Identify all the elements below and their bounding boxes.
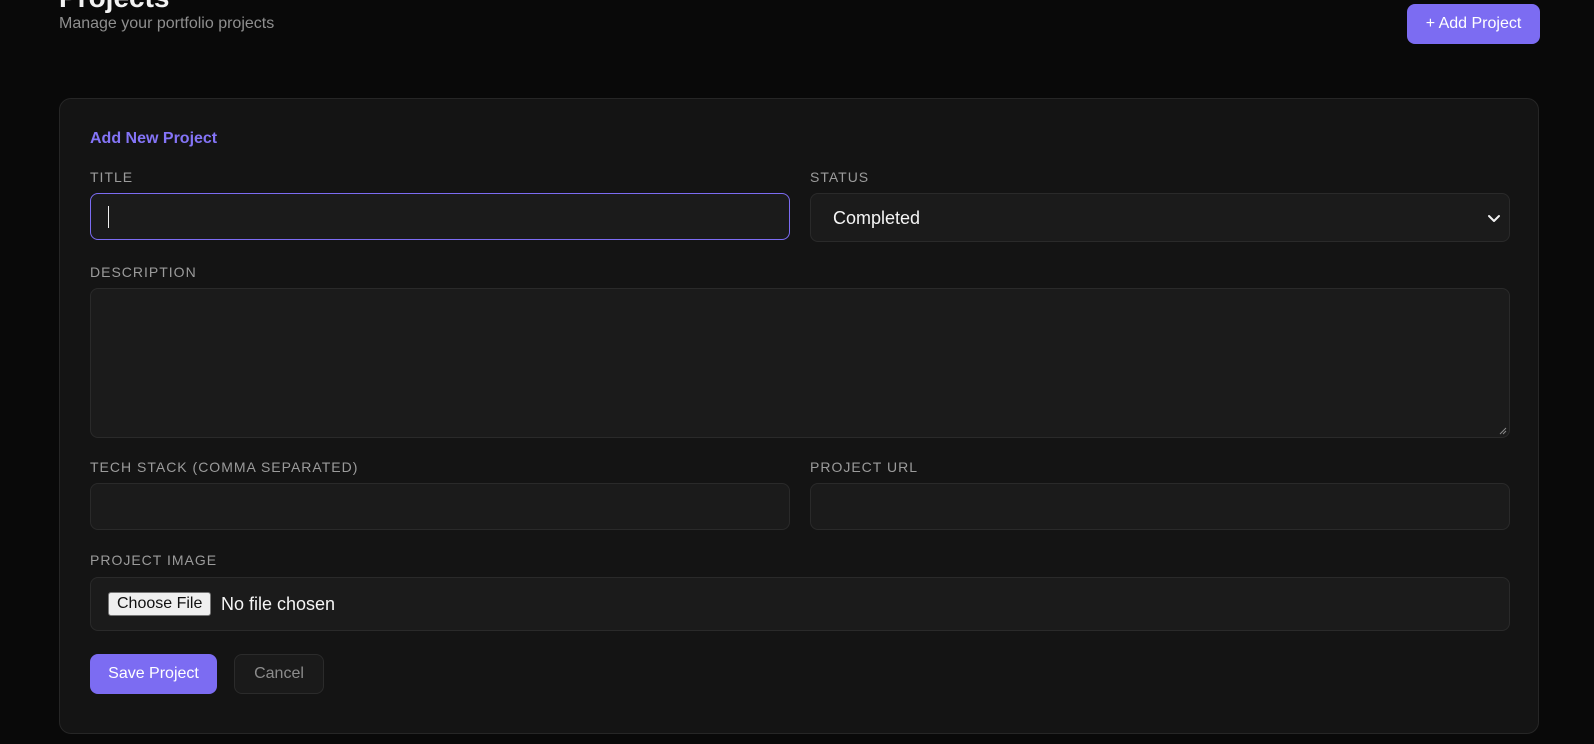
file-status-text: No file chosen [221,594,336,614]
description-label: DESCRIPTION [90,264,197,280]
project-image-label: PROJECT IMAGE [90,552,218,568]
title-label: TITLE [90,169,134,185]
status-label: STATUS [810,169,870,185]
page-subtitle: Manage your portfolio projects [59,15,275,32]
projects-page: Projects Manage your portfolio projects … [0,0,1594,744]
form-heading: Add New Project [90,130,218,147]
project-url-label: PROJECT URL [810,459,918,475]
add-project-form: Add New Project TITLE STATUS Completed D… [59,98,1539,734]
tech-stack-label: TECH STACK (COMMA SEPARATED) [90,459,359,475]
status-selected-value: Completed [833,208,921,228]
project-image-file-input: Choose File No file chosen [90,577,1510,631]
status-select[interactable]: Completed [810,193,1510,242]
page-title: Projects [59,0,170,12]
text-caret [108,206,109,228]
choose-file-button[interactable]: Choose File [108,592,212,616]
tech-stack-input[interactable] [90,483,790,530]
save-project-button[interactable]: Save Project [90,654,217,694]
cancel-button[interactable]: Cancel [234,654,324,694]
project-url-input[interactable] [810,483,1510,530]
title-input[interactable] [90,193,790,240]
add-project-button[interactable]: + Add Project [1407,4,1540,44]
chevron-down-icon [1488,215,1500,222]
description-textarea[interactable] [90,288,1510,438]
resize-grip-icon[interactable] [1499,427,1507,435]
